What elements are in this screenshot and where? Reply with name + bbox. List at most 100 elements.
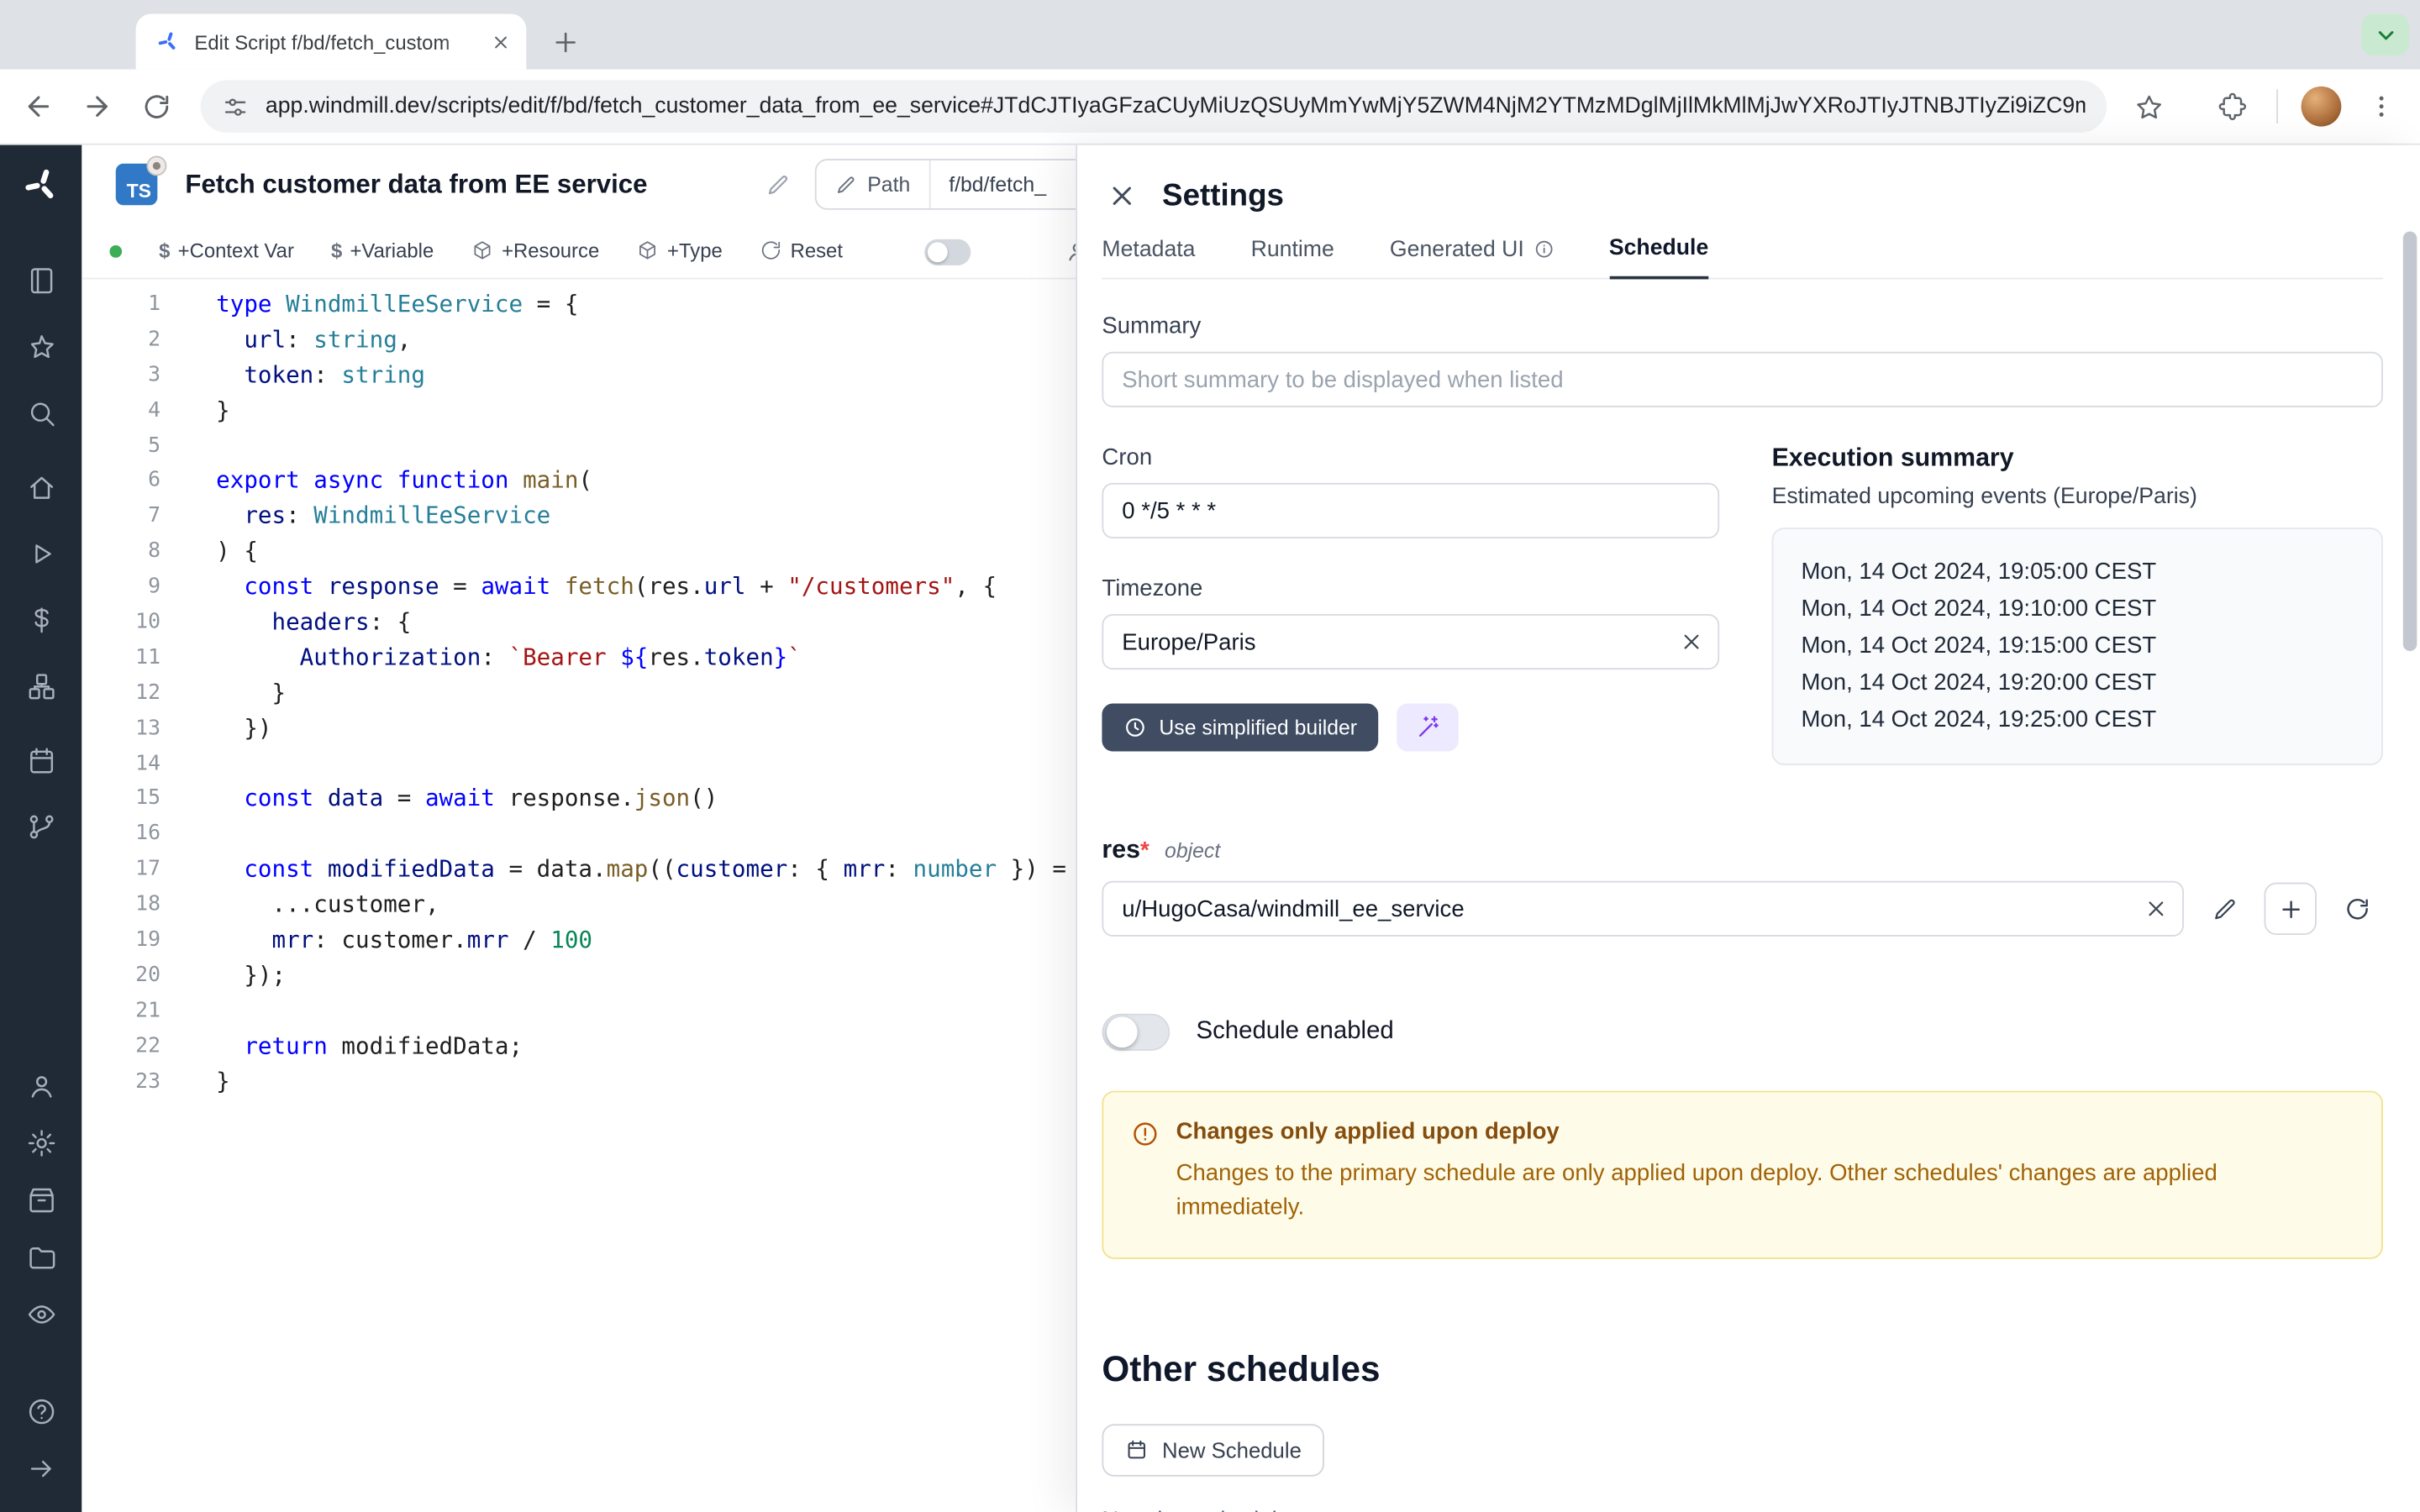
collapse-icon[interactable]: [23, 1451, 60, 1488]
package-icon: [471, 239, 494, 263]
variables-icon[interactable]: [23, 601, 60, 638]
ai-wand-button[interactable]: [1397, 704, 1459, 752]
windmill-logo[interactable]: [21, 165, 61, 206]
scrollbar-thumb[interactable]: [2403, 232, 2417, 652]
toolbar-button-label: +Resource: [502, 239, 599, 263]
close-settings-button[interactable]: [1102, 176, 1142, 216]
browser-tab[interactable]: Edit Script f/bd/fetch_custom: [136, 14, 527, 70]
tab-generated-ui[interactable]: Generated UI: [1390, 236, 1554, 278]
address-bar[interactable]: app.windmill.dev/scripts/edit/f/bd/fetch…: [201, 81, 2107, 133]
bookmark-star-icon[interactable]: [2128, 87, 2169, 127]
line-number: 23: [82, 1064, 160, 1100]
cron-input[interactable]: [1102, 483, 1719, 538]
execution-summary: Execution summary Estimated upcoming eve…: [1772, 444, 2383, 765]
info-icon: [1534, 239, 1554, 260]
favorites-icon[interactable]: [23, 328, 60, 365]
line-number: 5: [82, 428, 160, 464]
code-line: [216, 994, 1066, 1029]
line-number: 10: [82, 605, 160, 640]
typescript-badge: TS: [116, 164, 158, 206]
help-icon[interactable]: [23, 1394, 60, 1431]
code-line: }: [216, 393, 1066, 428]
edit-title-icon[interactable]: [765, 172, 789, 197]
extensions-icon[interactable]: [2212, 87, 2252, 127]
code-line: token: string: [216, 358, 1066, 393]
code-line: return modifiedData;: [216, 1029, 1066, 1064]
folders-icon[interactable]: [23, 1239, 60, 1276]
context-var-button[interactable]: $+Context Var: [159, 239, 294, 263]
line-number: 22: [82, 1029, 160, 1064]
tab-search-button[interactable]: [2361, 14, 2409, 56]
tab-title: Edit Script f/bd/fetch_custom: [194, 30, 486, 54]
resource-button[interactable]: +Resource: [471, 239, 599, 263]
code-line: type WindmillEeService = {: [216, 287, 1066, 323]
calendar-icon: [1125, 1438, 1149, 1462]
clear-timezone-icon[interactable]: [1679, 629, 1703, 654]
add-resource-button[interactable]: [2264, 883, 2316, 935]
settings-icon[interactable]: [23, 1125, 60, 1162]
browser-menu-icon[interactable]: [2361, 87, 2402, 127]
schedules-icon[interactable]: [23, 742, 60, 779]
site-settings-icon[interactable]: [222, 93, 248, 119]
url-text: app.windmill.dev/scripts/edit/f/bd/fetch…: [266, 94, 2086, 118]
warning-body: Changes to the primary schedule are only…: [1176, 1158, 2349, 1225]
reload-icon[interactable]: [136, 87, 176, 127]
logs-icon[interactable]: [23, 1296, 60, 1333]
deployed-status-dot: [109, 244, 122, 257]
line-number: 1: [82, 287, 160, 323]
line-number: 3: [82, 358, 160, 393]
account-icon[interactable]: [23, 1068, 60, 1105]
settings-body: Summary Cron Timezone: [1102, 279, 2382, 1512]
script-title: Fetch customer data from EE service: [185, 169, 647, 200]
timezone-input[interactable]: [1102, 614, 1719, 669]
new-schedule-label: New Schedule: [1162, 1437, 1302, 1462]
home-icon[interactable]: [23, 469, 60, 506]
variable-button[interactable]: $+Variable: [331, 239, 434, 263]
line-number: 18: [82, 887, 160, 922]
code-line: Authorization: `Bearer ${res.token}`: [216, 640, 1066, 675]
reset-button[interactable]: Reset: [760, 239, 843, 263]
new-schedule-button[interactable]: New Schedule: [1102, 1423, 1324, 1475]
assistant-toggle[interactable]: [924, 239, 971, 265]
line-number: 17: [82, 852, 160, 887]
tab-schedule[interactable]: Schedule: [1609, 236, 1708, 279]
profile-avatar[interactable]: [2302, 87, 2342, 127]
new-tab-button[interactable]: [544, 20, 587, 63]
simplified-builder-button[interactable]: Use simplified builder: [1102, 704, 1378, 752]
summary-label: Summary: [1102, 313, 2382, 339]
search-icon[interactable]: [23, 395, 60, 432]
toolbar-button-label: +Variable: [350, 239, 434, 263]
reset-icon: [760, 239, 783, 263]
sidebar-bottom: [0, 1068, 82, 1488]
tab-label: Generated UI: [1390, 237, 1524, 261]
wand-sparkles-icon: [1415, 714, 1441, 740]
line-numbers: 1234567891011121314151617181920212223: [82, 287, 177, 1512]
browser-toolbar: app.windmill.dev/scripts/edit/f/bd/fetch…: [0, 70, 2420, 145]
schedule-enabled-toggle[interactable]: [1102, 1014, 1170, 1051]
resources-icon[interactable]: [23, 668, 60, 705]
forward-icon[interactable]: [77, 87, 118, 127]
resource-section: res* object: [1102, 837, 2382, 937]
runs-icon[interactable]: [23, 535, 60, 572]
code-line: export async function main(: [216, 464, 1066, 499]
tab-runtime[interactable]: Runtime: [1251, 236, 1334, 278]
pencil-icon: [835, 174, 857, 196]
summary-input[interactable]: [1102, 352, 2382, 407]
docs-icon[interactable]: [23, 262, 60, 299]
workers-icon[interactable]: [23, 1182, 60, 1219]
tab-metadata[interactable]: Metadata: [1102, 236, 1195, 278]
resource-input[interactable]: [1102, 881, 2184, 937]
back-icon[interactable]: [18, 87, 59, 127]
refresh-resource-button[interactable]: [2330, 883, 2382, 935]
schedule-enabled-row: Schedule enabled: [1102, 1014, 2382, 1051]
cron-label: Cron: [1102, 444, 1719, 470]
flows-icon[interactable]: [23, 808, 60, 845]
code-line: res: WindmillEeService: [216, 499, 1066, 534]
clear-resource-icon[interactable]: [2144, 896, 2168, 921]
code-line: }): [216, 711, 1066, 746]
edit-path-button[interactable]: Path: [817, 160, 931, 208]
type-button[interactable]: +Type: [636, 239, 722, 263]
edit-resource-button[interactable]: [2198, 883, 2250, 935]
toolbar-button-label: +Context Var: [178, 239, 294, 263]
tab-close-icon[interactable]: [487, 28, 514, 55]
